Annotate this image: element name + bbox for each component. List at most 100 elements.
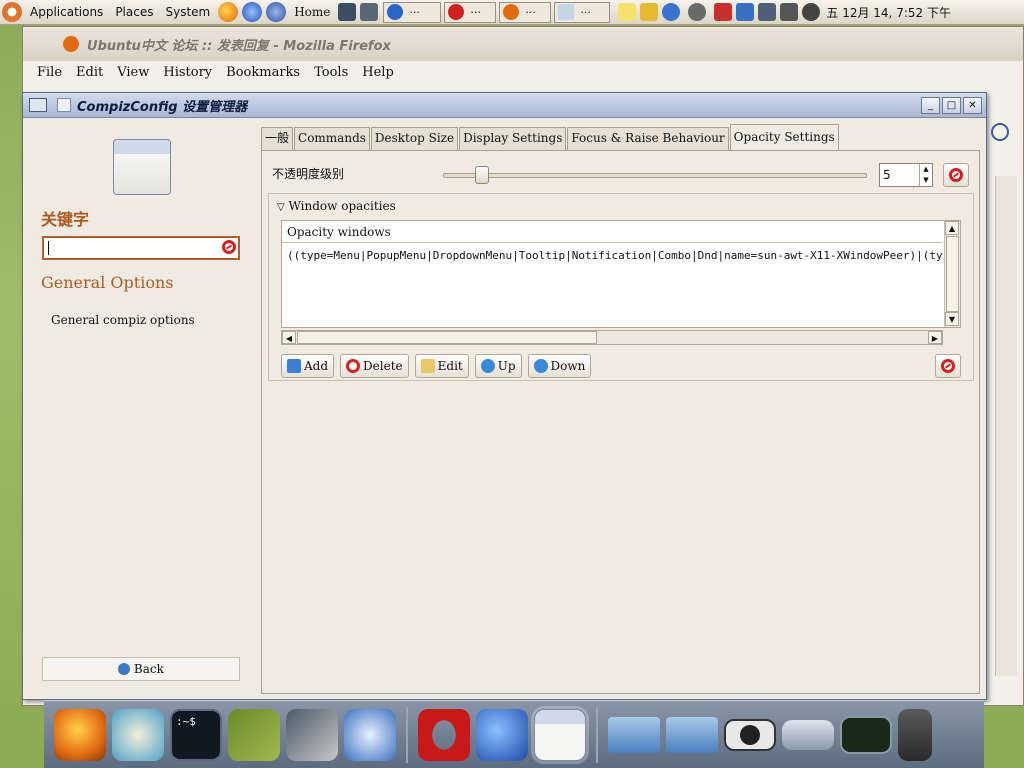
- text-cursor: [48, 241, 49, 255]
- clock[interactable]: 五 12月 14, 7:52 下午: [826, 4, 951, 21]
- tab-general[interactable]: 一般: [261, 127, 294, 150]
- firefox-launcher-icon[interactable]: [218, 2, 239, 22]
- menu-edit[interactable]: Edit: [76, 65, 103, 80]
- opacity-windows-list[interactable]: Opacity windows ((type=Menu|PopupMenu|Dr…: [281, 220, 961, 328]
- window-opacities-group: ▽ Window opacities Opacity windows ((typ…: [268, 193, 974, 381]
- edit-button[interactable]: Edit: [414, 354, 469, 378]
- keyword-search-input[interactable]: [42, 236, 240, 260]
- task-firefox-2[interactable]: ···: [499, 1, 552, 23]
- back-button[interactable]: Back: [42, 657, 240, 681]
- folder-dock-icon[interactable]: [608, 716, 660, 753]
- home-launcher[interactable]: Home: [288, 0, 336, 25]
- network-dock-icon[interactable]: [344, 708, 396, 761]
- list-vertical-scrollbar[interactable]: ▲ ▼: [944, 221, 960, 327]
- compizconfig-window: CompizConfig 设置管理器 _ □ ✕ 关键字 General Opt…: [22, 92, 987, 700]
- system-menu[interactable]: System: [159, 0, 216, 25]
- scroll-right-icon[interactable]: ▶: [928, 331, 942, 344]
- window-title: CompizConfig 设置管理器: [77, 99, 248, 115]
- ubuntu-logo-icon[interactable]: [2, 2, 22, 22]
- delete-button[interactable]: Delete: [340, 354, 409, 378]
- console-dock-icon[interactable]: [840, 715, 892, 754]
- scroll-down-icon[interactable]: ▼: [945, 312, 959, 326]
- opacity-level-slider[interactable]: [443, 173, 867, 178]
- opacity-level-spinbox[interactable]: 5 ▲ ▼: [879, 163, 933, 187]
- minimize-button[interactable]: _: [921, 96, 940, 114]
- search-icon[interactable]: [662, 3, 681, 21]
- up-button[interactable]: Up: [474, 354, 522, 378]
- scroll-up-icon[interactable]: ▲: [945, 221, 959, 235]
- menu-history[interactable]: History: [163, 65, 212, 80]
- speaker-dock-icon[interactable]: [898, 708, 932, 761]
- horizontal-scroll-thumb[interactable]: [297, 331, 597, 344]
- list-horizontal-scrollbar[interactable]: ◀ ▶: [281, 330, 943, 345]
- notes-icon[interactable]: [618, 3, 637, 21]
- firefox-scrollbar[interactable]: [995, 176, 1017, 676]
- opacity-level-value[interactable]: 5: [880, 164, 919, 186]
- window-menu-icon[interactable]: [29, 98, 47, 112]
- volume-icon[interactable]: [780, 3, 799, 21]
- menu-tools[interactable]: Tools: [314, 65, 348, 80]
- network-alert-icon[interactable]: [714, 3, 733, 21]
- folder-2-dock-icon[interactable]: [666, 716, 718, 753]
- tab-opacity-settings[interactable]: Opacity Settings: [729, 124, 839, 150]
- compizconfig-titlebar[interactable]: CompizConfig 设置管理器 _ □ ✕: [23, 93, 986, 118]
- applications-menu[interactable]: Applications: [24, 0, 109, 25]
- maximize-button[interactable]: □: [942, 96, 961, 114]
- terminal-dock-icon[interactable]: :~$: [170, 708, 222, 761]
- opacity-level-label: 不透明度级别: [272, 167, 345, 181]
- menu-help[interactable]: Help: [362, 65, 394, 80]
- spin-up-icon[interactable]: ▲: [920, 164, 932, 175]
- list-item[interactable]: ((type=Menu|PopupMenu|DropdownMenu|Toolt…: [287, 245, 942, 267]
- tab-desktop-size[interactable]: Desktop Size: [370, 127, 459, 150]
- task-compizconfig[interactable]: ···: [554, 1, 611, 23]
- settings-window-icon: [558, 4, 575, 20]
- task-opera[interactable]: ···: [444, 1, 497, 23]
- network-icon[interactable]: [758, 3, 777, 21]
- spin-down-icon[interactable]: ▼: [920, 175, 932, 186]
- sidebar: 关键字 General Options General compiz optio…: [25, 119, 259, 699]
- bluetooth-icon[interactable]: [736, 3, 755, 21]
- window-opacities-expander[interactable]: ▽ Window opacities: [277, 199, 396, 213]
- clear-search-icon[interactable]: [222, 240, 236, 254]
- category-item-general-compiz-options[interactable]: General compiz options: [51, 313, 195, 327]
- tab-display-settings[interactable]: Display Settings: [459, 127, 567, 150]
- drive-dock-icon[interactable]: [782, 719, 834, 750]
- reset-window-opacities-button[interactable]: [935, 354, 961, 378]
- help-launcher-icon[interactable]: [266, 2, 287, 22]
- opacity-slider-handle[interactable]: [475, 166, 489, 184]
- compizconfig-dock-icon[interactable]: [534, 708, 586, 761]
- workspace-switcher-dock-icon[interactable]: [724, 718, 776, 751]
- list-column-header[interactable]: Opacity windows: [282, 221, 942, 243]
- opera-icon: [448, 4, 465, 20]
- places-menu[interactable]: Places: [109, 0, 159, 25]
- close-button[interactable]: ✕: [963, 96, 982, 114]
- keys-icon[interactable]: [640, 3, 659, 21]
- menu-file[interactable]: File: [37, 65, 62, 80]
- tab-commands[interactable]: Commands: [294, 127, 370, 150]
- firefox-dock-icon[interactable]: [54, 708, 106, 761]
- power-icon[interactable]: [802, 3, 821, 21]
- expander-triangle-icon: ▽: [277, 202, 285, 213]
- gear-icon[interactable]: [688, 3, 707, 21]
- opera-dock-icon[interactable]: [418, 708, 470, 761]
- vertical-scroll-thumb[interactable]: [946, 236, 959, 312]
- tab-focus-raise[interactable]: Focus & Raise Behaviour: [567, 127, 729, 150]
- media-player-dock-icon[interactable]: [286, 708, 338, 761]
- email-launcher-icon[interactable]: [242, 2, 263, 22]
- firefox-titlebar[interactable]: Ubuntu中文 论坛 :: 发表回复 - Mozilla Firefox: [23, 27, 1023, 61]
- reset-opacity-level-button[interactable]: [943, 163, 969, 187]
- notes-dock-icon[interactable]: [112, 708, 164, 761]
- task-firefox[interactable]: ···: [383, 1, 442, 23]
- opacity-settings-panel: 不透明度级别 5 ▲ ▼ ▽ Window opacities Opacity w…: [261, 150, 980, 694]
- menu-view[interactable]: View: [117, 65, 149, 80]
- globe-dock-icon[interactable]: [476, 708, 528, 761]
- down-button[interactable]: Down: [527, 354, 592, 378]
- ff-search-icon[interactable]: [991, 123, 1009, 141]
- lock-screen-icon[interactable]: [338, 3, 357, 21]
- down-arrow-icon: [533, 359, 548, 373]
- scroll-left-icon[interactable]: ◀: [282, 331, 296, 344]
- books-dock-icon[interactable]: [228, 708, 280, 761]
- show-desktop-icon[interactable]: [360, 3, 379, 21]
- menu-bookmarks[interactable]: Bookmarks: [226, 65, 300, 80]
- add-button[interactable]: Add: [281, 354, 335, 378]
